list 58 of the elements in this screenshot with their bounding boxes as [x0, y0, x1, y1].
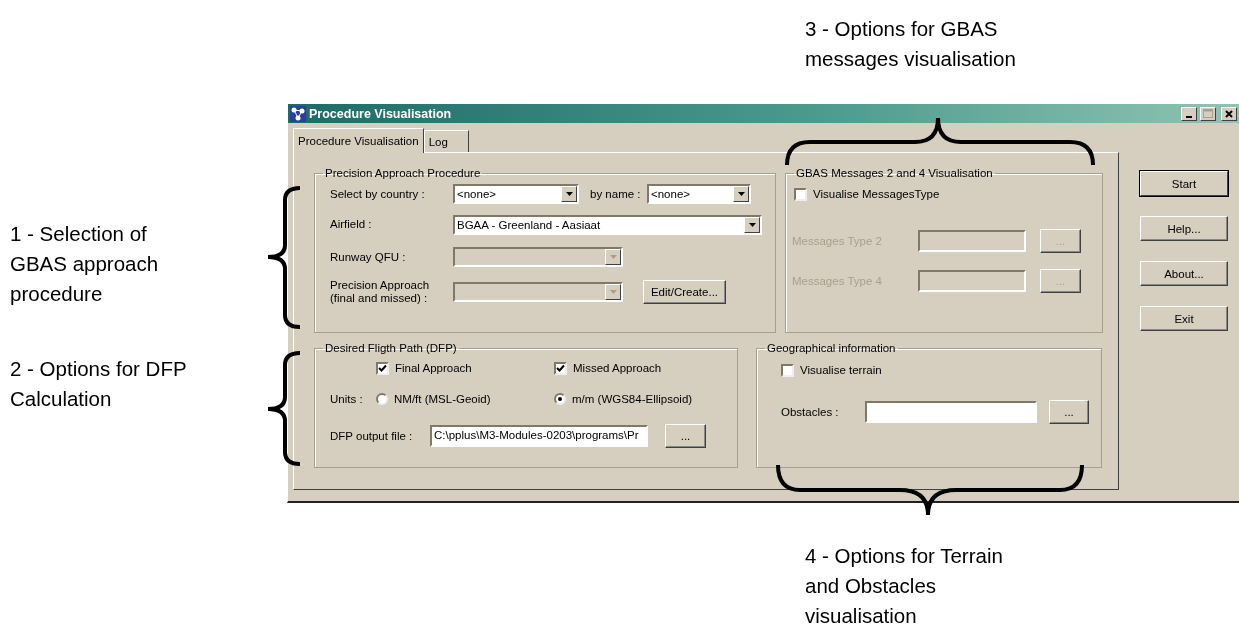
group-title: Desired Fligth Path (DFP) [324, 342, 458, 354]
callout-text: 2 - Options for DFP Calculation [10, 356, 188, 412]
checkbox[interactable] [376, 361, 389, 375]
checkbox-label: Final Approach [395, 362, 472, 374]
field-label: by name : [589, 187, 642, 201]
radio-button[interactable] [554, 393, 566, 405]
browse-button[interactable]: ... [1049, 400, 1089, 424]
dropdown-value: BGAA - Greenland - Aasiaat [457, 218, 602, 231]
group-title: GBAS Messages 2 and 4 Visualisation [795, 167, 994, 179]
field-label: Runway QFU : [330, 250, 407, 264]
dropdown[interactable]: BGAA - Greenland - Aasiaat [453, 214, 762, 235]
field-label: DFP output file : [330, 429, 414, 443]
side-button[interactable]: Help... [1140, 216, 1228, 241]
field-label: Airfield : [330, 218, 373, 231]
input-field[interactable] [918, 270, 1026, 292]
checkbox-label: Visualise MessagesType [813, 188, 940, 200]
tab[interactable]: Log [423, 130, 469, 152]
checkbox[interactable] [781, 363, 794, 377]
checkbox[interactable] [794, 187, 807, 201]
callout-text: 4 - Options for Terrain and Obstacles visualisation [805, 543, 1004, 629]
dropdown[interactable]: <none> [453, 184, 579, 204]
maximize-icon [1203, 109, 1213, 118]
dropdown-value: <none> [457, 188, 497, 200]
dropdown-value: <none> [651, 188, 691, 200]
group-title: Geographical information [766, 342, 897, 354]
close-icon [1225, 109, 1233, 118]
minimize-icon [1186, 115, 1192, 118]
checkbox-label: Visualise terrain [800, 364, 882, 376]
checkbox-label: Missed Approach [573, 362, 662, 374]
radio-dot-icon [558, 397, 562, 401]
group-title: Precision Approach Procedure [324, 167, 482, 179]
field-label: Precision Approach (final and missed) : [330, 279, 431, 305]
close-button[interactable] [1221, 106, 1237, 121]
window-title: Procedure Visualisation [309, 106, 453, 121]
checkmark-icon [378, 363, 387, 373]
side-button[interactable]: About... [1140, 261, 1228, 286]
browse-button[interactable]: ... [665, 424, 706, 448]
maximize-button[interactable] [1200, 106, 1216, 121]
checkbox[interactable] [554, 361, 567, 375]
input-field[interactable] [918, 230, 1026, 252]
side-button[interactable]: Start [1140, 171, 1228, 196]
callout-text: 3 - Options for GBAS messages visualisation [805, 16, 1017, 72]
field-value: C:\pplus\M3-Modules-0203\programs\Pr [434, 429, 639, 441]
minimize-button[interactable] [1181, 106, 1197, 121]
field-label: Units : [330, 392, 364, 406]
field-label: Obstacles : [781, 405, 840, 419]
tab[interactable]: Procedure Visualisation [293, 128, 424, 153]
radio-button[interactable] [376, 393, 388, 405]
checkmark-icon [556, 363, 565, 373]
field-label: Select by country : [330, 187, 426, 201]
radio-label: m/m (WGS84-Ellipsoid) [572, 393, 693, 405]
input-field[interactable] [865, 401, 1037, 423]
edit-create-button[interactable]: Edit/Create... [643, 280, 726, 304]
input-field[interactable]: C:\pplus\M3-Modules-0203\programs\Pr [430, 425, 648, 447]
dropdown[interactable]: <none> [647, 184, 751, 204]
radio-label: NM/ft (MSL-Geoid) [394, 393, 491, 405]
callout-text: 1 - Selection of GBAS approach procedure [10, 221, 160, 307]
side-button[interactable]: Exit [1140, 306, 1228, 331]
